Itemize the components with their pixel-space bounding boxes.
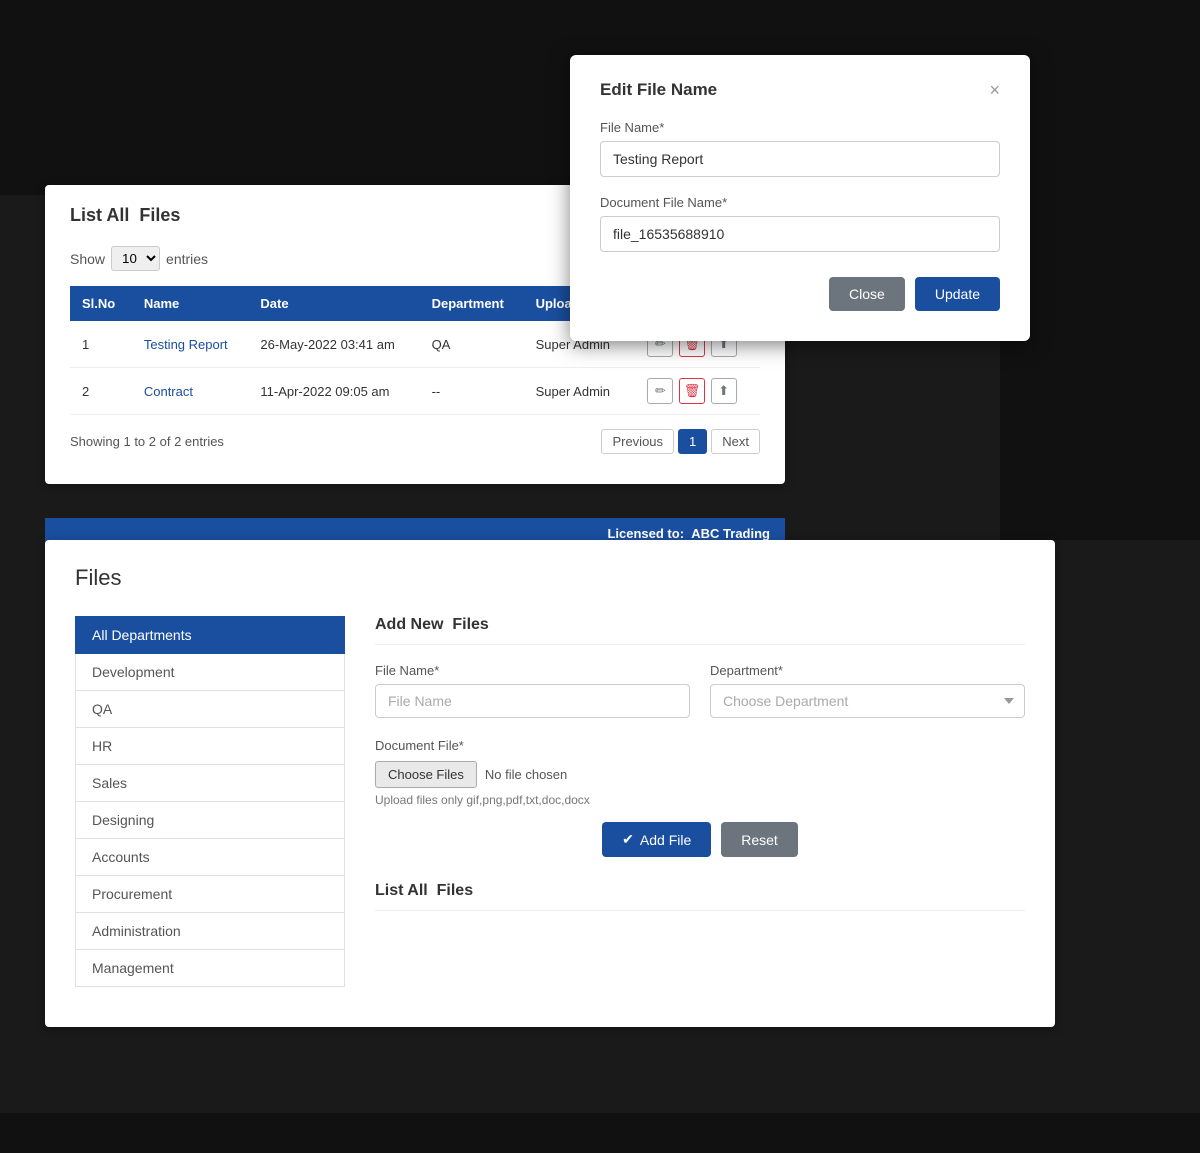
file-name-label: File Name* [375, 663, 690, 678]
col-dept: Department [420, 286, 524, 321]
add-file-button[interactable]: ✔ Add File [602, 822, 711, 857]
sidebar-item-administration[interactable]: Administration [75, 913, 345, 950]
file-name-input[interactable] [375, 684, 690, 718]
sidebar-item-management[interactable]: Management [75, 950, 345, 987]
modal-close-icon[interactable]: × [989, 81, 1000, 99]
sidebar-item-development[interactable]: Development [75, 654, 345, 691]
modal-doc-file-name-input[interactable] [600, 216, 1000, 252]
cell-dept: -- [420, 368, 524, 415]
showing-text: Showing 1 to 2 of 2 entries [70, 434, 224, 449]
main-content: Add New Files File Name* Department* Cho… [345, 616, 1025, 987]
add-files-heading: Add New Files [375, 616, 1025, 645]
modal-overlay: Edit File Name × File Name* Document Fil… [540, 0, 1030, 400]
cell-name: Contract [132, 368, 249, 415]
sidebar-item-designing[interactable]: Designing [75, 802, 345, 839]
col-name: Name [132, 286, 249, 321]
sidebar-item-procurement[interactable]: Procurement [75, 876, 345, 913]
department-sidebar: All DepartmentsDevelopmentQAHRSalesDesig… [75, 616, 345, 987]
file-name-group: File Name* [375, 663, 690, 718]
modal-file-name-input[interactable] [600, 141, 1000, 177]
cell-sl: 1 [70, 321, 132, 368]
cell-date: 26-May-2022 03:41 am [248, 321, 419, 368]
no-file-text: No file chosen [485, 767, 567, 782]
modal-header: Edit File Name × [600, 80, 1000, 100]
dept-label: Department* [710, 663, 1025, 678]
col-date: Date [248, 286, 419, 321]
sidebar-item-all-departments[interactable]: All Departments [75, 616, 345, 654]
dept-select[interactable]: Choose Department Development QA HR Sale… [710, 684, 1025, 718]
modal-file-name-field: File Name* [600, 120, 1000, 177]
reset-button[interactable]: Reset [721, 822, 798, 857]
form-buttons: ✔ Add File Reset [375, 822, 1025, 857]
two-col-layout: All DepartmentsDevelopmentQAHRSalesDesig… [75, 616, 1025, 987]
file-hint: Upload files only gif,png,pdf,txt,doc,do… [375, 793, 1025, 807]
cell-name: Testing Report [132, 321, 249, 368]
cell-dept: QA [420, 321, 524, 368]
page-title: Files [75, 565, 1025, 591]
file-input-row: Choose Files No file chosen [375, 761, 1025, 788]
modal-update-button[interactable]: Update [915, 277, 1000, 311]
dept-group: Department* Choose Department Developmen… [710, 663, 1025, 718]
doc-file-row: Document File* Choose Files No file chos… [375, 738, 1025, 807]
entries-select[interactable]: 10 25 50 [111, 246, 160, 271]
show-entries: Show 10 25 50 entries [70, 246, 208, 271]
modal-close-button[interactable]: Close [829, 277, 905, 311]
prev-button[interactable]: Previous [601, 429, 674, 454]
sidebar-item-hr[interactable]: HR [75, 728, 345, 765]
sidebar-item-sales[interactable]: Sales [75, 765, 345, 802]
modal-doc-file-name-label: Document File Name* [600, 195, 1000, 210]
sidebar-item-qa[interactable]: QA [75, 691, 345, 728]
pagination-row: Showing 1 to 2 of 2 entries Previous 1 N… [70, 429, 760, 454]
front-panel: Files All DepartmentsDevelopmentQAHRSale… [45, 540, 1055, 1027]
modal-footer: Close Update [600, 277, 1000, 311]
modal-title: Edit File Name [600, 80, 717, 100]
modal-doc-file-name-field: Document File Name* [600, 195, 1000, 252]
edit-file-modal: Edit File Name × File Name* Document Fil… [570, 55, 1030, 341]
choose-files-button[interactable]: Choose Files [375, 761, 477, 788]
checkmark-icon: ✔ [622, 831, 634, 848]
col-slno: Sl.No [70, 286, 132, 321]
sidebar-item-accounts[interactable]: Accounts [75, 839, 345, 876]
modal-file-name-label: File Name* [600, 120, 1000, 135]
list-all-heading: List All Files [375, 882, 1025, 911]
doc-file-label: Document File* [375, 738, 1025, 753]
form-row-1: File Name* Department* Choose Department… [375, 663, 1025, 718]
cell-date: 11-Apr-2022 09:05 am [248, 368, 419, 415]
page-1-button[interactable]: 1 [678, 429, 707, 454]
next-button[interactable]: Next [711, 429, 760, 454]
pagination-buttons: Previous 1 Next [601, 429, 760, 454]
cell-sl: 2 [70, 368, 132, 415]
